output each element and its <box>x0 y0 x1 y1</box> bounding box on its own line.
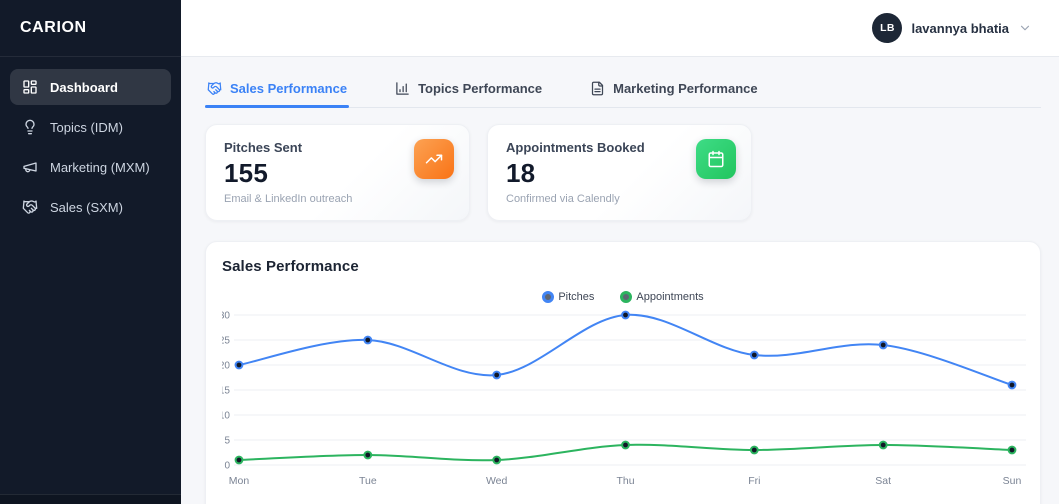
sidebar-item-marketing[interactable]: Marketing (MXM) <box>10 149 171 185</box>
sidebar-item-label: Topics (IDM) <box>50 120 123 135</box>
legend-dot <box>620 291 632 303</box>
sales-performance-chart-card: Sales Performance Pitches Appointments 0 5… <box>205 241 1041 504</box>
tab-sales-performance[interactable]: Sales Performance <box>205 75 349 107</box>
sidebar-item-label: Dashboard <box>50 80 118 95</box>
bar-chart-icon <box>395 81 410 96</box>
stat-card-appointments-booked: Appointments Booked 18 Confirmed via Cal… <box>487 124 752 221</box>
chart-title: Sales Performance <box>222 258 1024 275</box>
tab-label: Marketing Performance <box>613 81 758 96</box>
tab-bar: Sales Performance Topics Performance Mar… <box>205 75 1041 108</box>
trending-up-icon <box>414 139 454 179</box>
legend-label: Appointments <box>636 291 703 303</box>
dashboard-grid-icon <box>22 79 38 95</box>
tab-marketing-performance[interactable]: Marketing Performance <box>588 75 760 107</box>
svg-text:Sun: Sun <box>1003 475 1022 487</box>
svg-text:Mon: Mon <box>229 475 250 487</box>
svg-text:Fri: Fri <box>748 475 760 487</box>
sales-chart: 0 5 10 15 20 25 30 Mon Tue Wed Thu Fri Sat Sun <box>222 305 1026 497</box>
chart-legend: Pitches Appointments <box>222 291 1024 303</box>
svg-text:20: 20 <box>222 361 230 372</box>
document-icon <box>590 81 605 96</box>
svg-text:10: 10 <box>222 411 230 422</box>
handshake-icon <box>207 81 222 96</box>
app-root: CARION Dashboard Topics (IDM) Marketing … <box>0 0 1059 504</box>
svg-text:15: 15 <box>222 386 230 397</box>
svg-text:25: 25 <box>222 336 230 347</box>
tab-topics-performance[interactable]: Topics Performance <box>393 75 544 107</box>
tab-label: Sales Performance <box>230 81 347 96</box>
svg-text:30: 30 <box>222 311 230 322</box>
sidebar-nav: Dashboard Topics (IDM) Marketing (MXM) S… <box>0 57 181 241</box>
sidebar-item-topics[interactable]: Topics (IDM) <box>10 109 171 145</box>
sidebar-item-label: Sales (SXM) <box>50 200 123 215</box>
main-area: LB lavannya bhatia Sales Performance Top… <box>181 0 1059 504</box>
svg-text:Wed: Wed <box>486 475 508 487</box>
sidebar-item-label: Marketing (MXM) <box>50 160 150 175</box>
stat-cards-row: Pitches Sent 155 Email & LinkedIn outrea… <box>205 124 1041 221</box>
megaphone-icon <box>22 159 38 175</box>
user-menu[interactable]: LB lavannya bhatia <box>872 13 1032 43</box>
calendar-icon <box>696 139 736 179</box>
stat-subtitle: Email & LinkedIn outreach <box>224 193 451 205</box>
chevron-down-icon <box>1018 21 1032 35</box>
legend-dot <box>542 291 554 303</box>
svg-text:Tue: Tue <box>359 475 377 487</box>
lightbulb-icon <box>22 119 38 135</box>
brand-logo: CARION <box>0 0 181 57</box>
legend-item-pitches[interactable]: Pitches <box>542 291 594 303</box>
avatar: LB <box>872 13 902 43</box>
svg-text:Sat: Sat <box>875 475 891 487</box>
topbar: LB lavannya bhatia <box>181 0 1059 57</box>
svg-text:5: 5 <box>224 436 230 447</box>
sidebar-footer-divider <box>0 494 181 504</box>
stat-subtitle: Confirmed via Calendly <box>506 193 733 205</box>
svg-text:Thu: Thu <box>616 475 634 487</box>
sidebar-item-sales[interactable]: Sales (SXM) <box>10 189 171 225</box>
user-name: lavannya bhatia <box>911 21 1009 36</box>
sidebar-item-dashboard[interactable]: Dashboard <box>10 69 171 105</box>
svg-text:0: 0 <box>224 461 230 472</box>
dashboard-content: Sales Performance Topics Performance Mar… <box>181 57 1059 504</box>
handshake-icon <box>22 199 38 215</box>
sidebar: CARION Dashboard Topics (IDM) Marketing … <box>0 0 181 504</box>
legend-item-appointments[interactable]: Appointments <box>620 291 703 303</box>
stat-card-pitches-sent: Pitches Sent 155 Email & LinkedIn outrea… <box>205 124 470 221</box>
legend-label: Pitches <box>558 291 594 303</box>
tab-label: Topics Performance <box>418 81 542 96</box>
